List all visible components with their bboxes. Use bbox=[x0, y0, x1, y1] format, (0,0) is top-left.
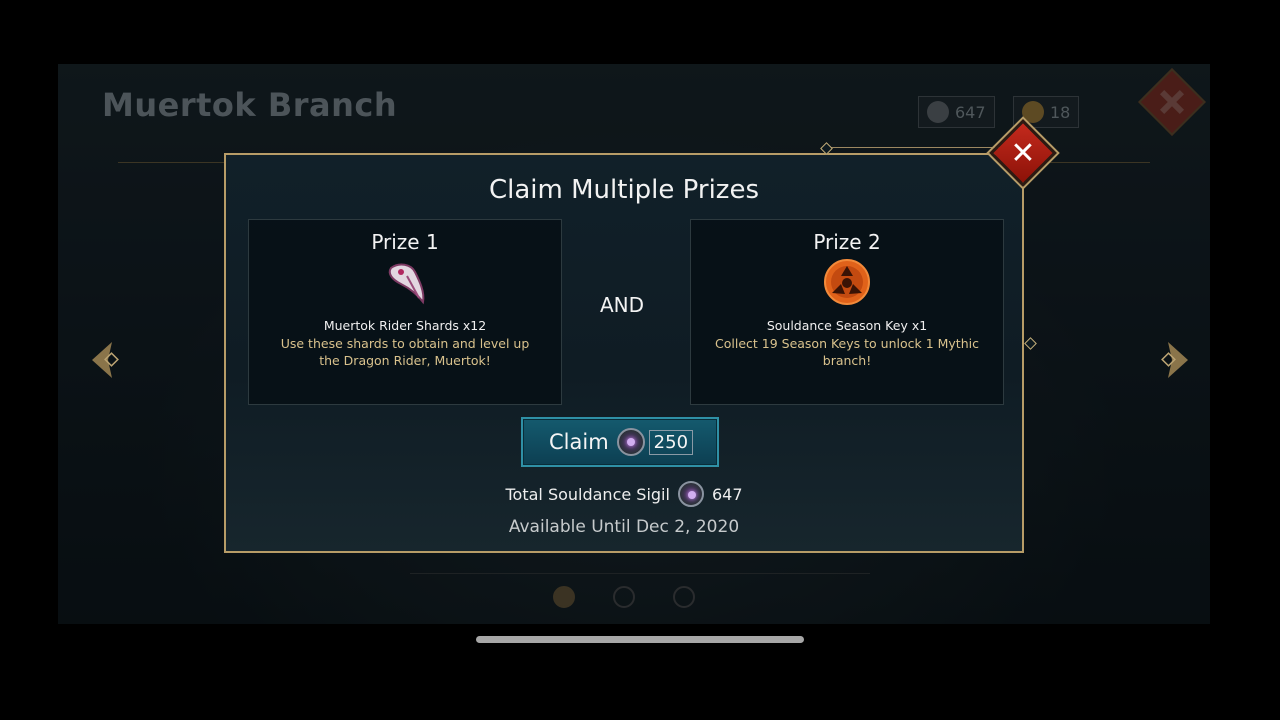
season-key-icon bbox=[824, 259, 870, 305]
souldance-sigil-icon bbox=[927, 101, 949, 123]
branch-title: Muertok Branch bbox=[102, 86, 398, 124]
claim-prizes-dialog: Claim Multiple Prizes Prize 1 Muertok Ri… bbox=[224, 153, 1024, 553]
bone-shard-icon bbox=[388, 263, 425, 305]
close-icon: ✕ bbox=[1010, 135, 1036, 171]
claim-button[interactable]: Claim 250 bbox=[521, 417, 719, 467]
sigil-counter: 647 bbox=[918, 96, 995, 128]
prize-name: Muertok Rider Shards x12 bbox=[323, 318, 487, 333]
pagination-dots bbox=[553, 586, 695, 608]
souldance-sigil-icon bbox=[677, 481, 704, 507]
total-sigil-row: Total Souldance Sigil 647 bbox=[226, 481, 1022, 507]
claim-cost: 250 bbox=[648, 429, 694, 455]
prize-card-2: Prize 2 Souldance Season Key x1 Collect … bbox=[690, 219, 1004, 405]
page-dot[interactable] bbox=[673, 586, 695, 608]
prize-description: Use these shards to obtain and level up … bbox=[280, 336, 530, 368]
page-dot[interactable] bbox=[613, 586, 635, 608]
gold-key-icon bbox=[1022, 101, 1044, 123]
prize-heading: Prize 1 bbox=[371, 230, 439, 254]
claim-label: Claim bbox=[549, 430, 609, 454]
pagination-divider bbox=[410, 573, 870, 574]
dialog-title: Claim Multiple Prizes bbox=[489, 175, 759, 205]
sigil-counter-value: 647 bbox=[955, 102, 986, 122]
total-sigil-label: Total Souldance Sigil bbox=[505, 484, 670, 504]
next-arrow-icon[interactable] bbox=[1158, 340, 1194, 380]
souldance-sigil-icon bbox=[616, 428, 645, 456]
and-connector: AND bbox=[600, 293, 645, 317]
page-dot[interactable] bbox=[553, 586, 575, 608]
prize-description: Collect 19 Season Keys to unlock 1 Mythi… bbox=[715, 336, 979, 368]
prize-heading: Prize 2 bbox=[813, 230, 881, 254]
total-sigil-value: 647 bbox=[711, 484, 743, 504]
home-indicator[interactable] bbox=[476, 636, 804, 643]
previous-arrow-icon[interactable] bbox=[86, 340, 122, 380]
prize-card-1: Prize 1 Muertok Rider Shards x12 Use the… bbox=[248, 219, 562, 405]
background-close-icon bbox=[1138, 68, 1206, 136]
availability-text: Available Until Dec 2, 2020 bbox=[508, 517, 740, 537]
prize-name: Souldance Season Key x1 bbox=[766, 318, 928, 333]
key-counter-value: 18 bbox=[1050, 102, 1071, 122]
frame-decoration-line bbox=[826, 147, 1016, 148]
